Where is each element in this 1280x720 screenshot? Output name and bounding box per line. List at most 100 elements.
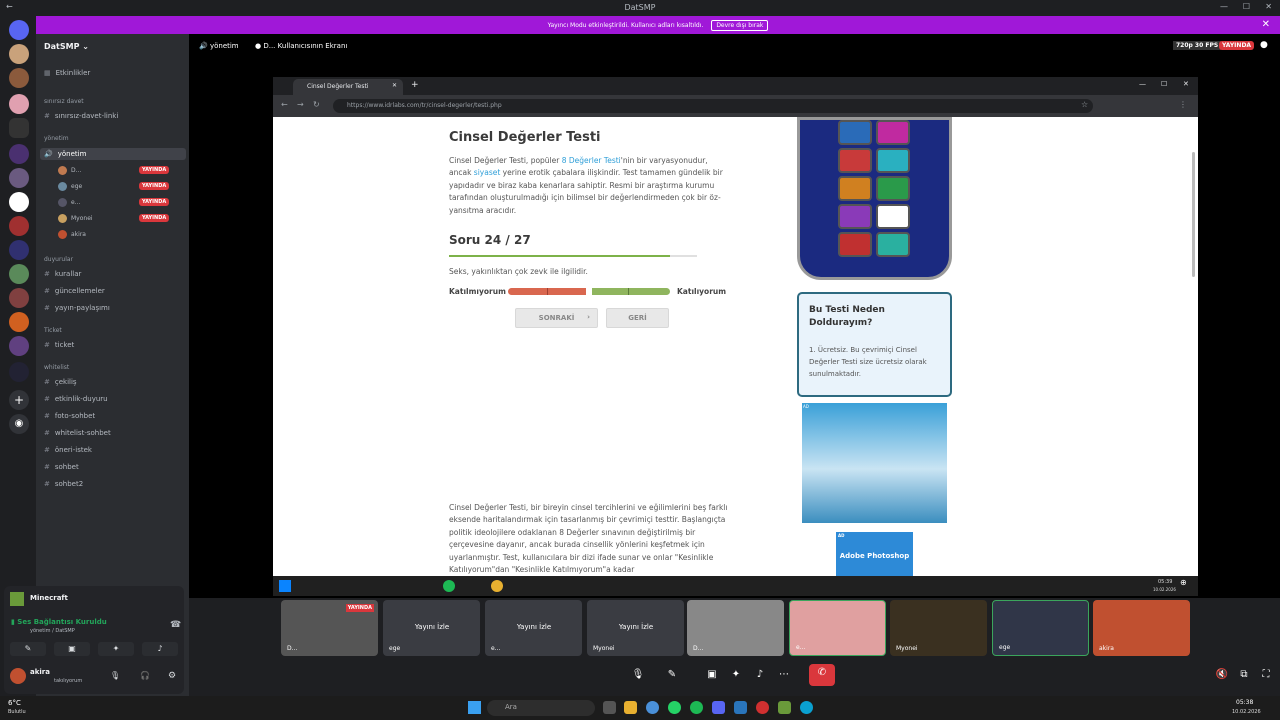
- url-input[interactable]: https://www.idrlabs.com/tr/cinsel-degerl…: [333, 99, 1093, 113]
- channel-item[interactable]: # çekiliş: [44, 378, 77, 386]
- server-name[interactable]: DatSMP ⌄: [44, 42, 89, 51]
- steam-icon[interactable]: [734, 701, 747, 714]
- leave-call-button[interactable]: ✆: [809, 664, 835, 686]
- close-icon[interactable]: ✕: [1183, 80, 1189, 88]
- activity-name[interactable]: Minecraft: [30, 594, 68, 602]
- channel-item[interactable]: # foto-sohbet: [44, 412, 95, 420]
- voice-channel-title[interactable]: 🔊 yönetim: [199, 42, 239, 50]
- popout-icon[interactable]: ⧉: [1235, 666, 1253, 684]
- next-button[interactable]: SONRAKİ ›: [515, 308, 598, 328]
- agreement-slider[interactable]: [508, 288, 670, 295]
- category-label[interactable]: duyurular: [44, 256, 73, 263]
- participant-tile[interactable]: akira: [1093, 600, 1190, 656]
- server-icon[interactable]: [9, 94, 29, 114]
- avatar[interactable]: [10, 668, 26, 684]
- voice-user[interactable]: akira: [58, 230, 188, 239]
- participant-tile[interactable]: YAYINDA D...: [281, 600, 378, 656]
- disconnect-icon[interactable]: ☎: [170, 620, 181, 630]
- activity-icon[interactable]: ✦: [727, 666, 745, 684]
- minimize-icon[interactable]: —: [1220, 2, 1228, 11]
- screenshare-button[interactable]: ▣: [54, 642, 90, 656]
- voice-user[interactable]: Myonei YAYINDA: [58, 214, 188, 223]
- channel-item[interactable]: # whitelist-sohbet: [44, 429, 111, 437]
- back-icon[interactable]: ←: [281, 100, 288, 109]
- maximize-icon[interactable]: ☐: [1243, 2, 1250, 11]
- photoshop-ad[interactable]: AD Adobe Photoshop: [836, 532, 913, 576]
- participant-tile[interactable]: Myonei: [890, 600, 987, 656]
- camera-icon[interactable]: ✎: [663, 666, 681, 684]
- voice-channel-active[interactable]: 🔊 yönetim: [40, 148, 186, 160]
- server-icon[interactable]: [9, 118, 29, 138]
- taskbar-search[interactable]: Ara: [487, 700, 595, 716]
- server-icon[interactable]: [9, 336, 29, 356]
- add-server-icon[interactable]: +: [9, 390, 29, 410]
- weather-temp[interactable]: 6°C: [8, 699, 21, 707]
- server-icon[interactable]: [9, 216, 29, 236]
- clock-time[interactable]: 05:38: [1236, 699, 1253, 706]
- screen-title[interactable]: ● D... Kullanıcısının Ekranı: [255, 42, 347, 50]
- server-icon[interactable]: [9, 144, 29, 164]
- spotify-icon[interactable]: [690, 701, 703, 714]
- whatsapp-icon[interactable]: [668, 701, 681, 714]
- channel-item[interactable]: # öneri-istek: [44, 446, 92, 454]
- browser-tab[interactable]: Cinsel Değerler Testi ✕: [293, 79, 403, 95]
- category-label[interactable]: sınırsız davet: [44, 98, 84, 105]
- clock-date[interactable]: 10.02.2026: [1232, 709, 1261, 715]
- category-label[interactable]: yönetim: [44, 135, 69, 142]
- server-icon[interactable]: [9, 240, 29, 260]
- banner-close-icon[interactable]: ✕: [1262, 19, 1270, 30]
- channel-item[interactable]: # sohbet2: [44, 480, 83, 488]
- mic-icon[interactable]: 🎙: [629, 666, 647, 684]
- edge-icon[interactable]: [800, 701, 813, 714]
- discover-icon[interactable]: ◉: [9, 414, 29, 434]
- user-name[interactable]: akira: [30, 668, 50, 676]
- minecraft-icon[interactable]: [778, 701, 791, 714]
- channel-item[interactable]: # güncellemeler: [44, 287, 105, 295]
- server-icon[interactable]: [9, 192, 29, 212]
- home-icon[interactable]: [9, 20, 29, 40]
- scrollbar[interactable]: [1192, 152, 1195, 277]
- zoom-icon[interactable]: ⊕: [1180, 578, 1187, 587]
- participant-tile[interactable]: ege: [992, 600, 1089, 656]
- server-icon[interactable]: [9, 288, 29, 308]
- more-icon[interactable]: ⋯: [775, 666, 793, 684]
- taskview-icon[interactable]: [603, 701, 616, 714]
- channel-item[interactable]: # sınırsız-davet-linki: [44, 112, 118, 120]
- soundboard-button[interactable]: ♪: [142, 642, 178, 656]
- watch-stream-button[interactable]: Yayını İzle: [503, 620, 565, 634]
- watch-stream-button[interactable]: Yayını İzle: [605, 620, 667, 634]
- voice-user[interactable]: ege YAYINDA: [58, 182, 188, 191]
- channel-item[interactable]: # kurallar: [44, 270, 81, 278]
- server-icon[interactable]: [9, 68, 29, 88]
- screenshare-icon[interactable]: ▣: [703, 666, 721, 684]
- disable-button[interactable]: Devre dışı bırak: [711, 19, 769, 31]
- discord-icon[interactable]: [712, 701, 725, 714]
- category-label[interactable]: whitelist: [44, 364, 69, 371]
- app-icon[interactable]: [756, 701, 769, 714]
- volume-icon[interactable]: 🔇: [1213, 666, 1231, 684]
- server-icon[interactable]: [9, 168, 29, 188]
- participant-tile[interactable]: Yayını İzle Myonei: [587, 600, 684, 656]
- minimize-icon[interactable]: —: [1139, 80, 1146, 88]
- back-button[interactable]: GERİ: [606, 308, 669, 328]
- channel-item[interactable]: # yayın-paylaşımı: [44, 304, 110, 312]
- explorer-icon[interactable]: [624, 701, 637, 714]
- close-icon[interactable]: ✕: [1265, 2, 1272, 11]
- maximize-icon[interactable]: ☐: [1161, 80, 1167, 88]
- category-label[interactable]: Ticket: [44, 327, 62, 334]
- hotel-ad[interactable]: AD: [802, 403, 947, 523]
- soundboard-icon[interactable]: ♪: [751, 666, 769, 684]
- watch-stream-button[interactable]: Yayını İzle: [401, 620, 463, 634]
- link-politics[interactable]: siyaset: [474, 168, 501, 177]
- headphone-icon[interactable]: 🎧: [140, 671, 150, 680]
- voice-user[interactable]: D... YAYINDA: [58, 166, 188, 175]
- server-icon[interactable]: [9, 362, 29, 382]
- new-tab-icon[interactable]: +: [411, 80, 419, 90]
- events-link[interactable]: ▦ Etkinlikler: [44, 69, 90, 77]
- channel-item[interactable]: # etkinlik-duyuru: [44, 395, 108, 403]
- participant-tile[interactable]: D...: [687, 600, 784, 656]
- chat-icon[interactable]: ●: [1260, 40, 1268, 50]
- activity-button[interactable]: ✦: [98, 642, 134, 656]
- reload-icon[interactable]: ↻: [313, 100, 320, 109]
- tab-close-icon[interactable]: ✕: [392, 82, 397, 89]
